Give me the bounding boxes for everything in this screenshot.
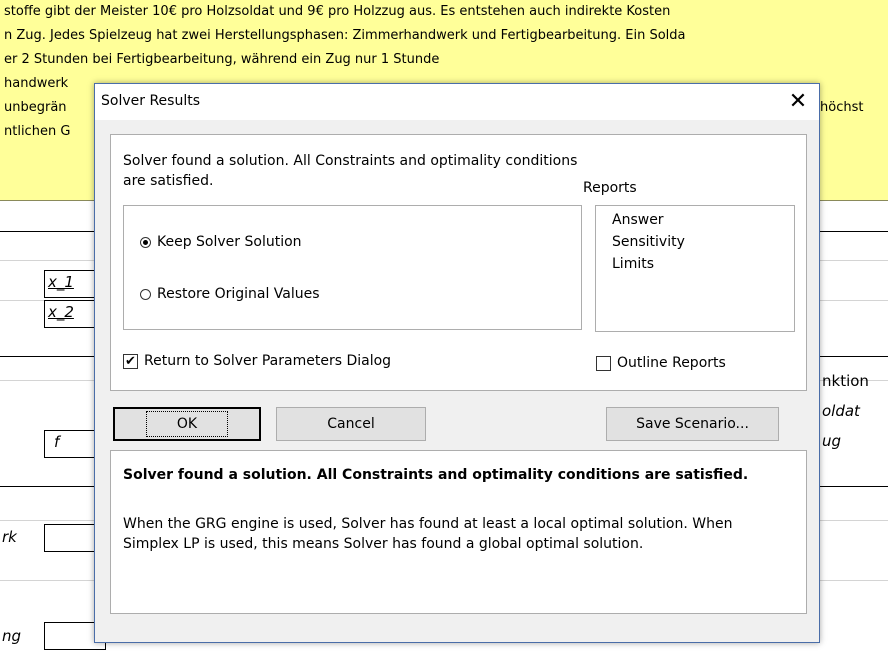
cell-f-label: f (54, 433, 60, 451)
cancel-button[interactable]: Cancel (276, 407, 426, 441)
ok-button-label: OK (145, 411, 229, 437)
banner-fragment: höchst (820, 100, 864, 115)
cell-ng-label: ng (2, 627, 22, 645)
sheet-text-nktion: nktion (822, 372, 869, 390)
restore-values-label: Restore Original Values (157, 286, 320, 302)
ok-button[interactable]: OK (113, 407, 261, 441)
message-panel: Solver found a solution. All Constraints… (110, 450, 807, 614)
keep-solution-label: Keep Solver Solution (157, 234, 302, 250)
return-to-parameters-checkbox[interactable]: ✔ Return to Solver Parameters Dialog (123, 353, 391, 369)
checkbox-checked-icon: ✔ (123, 353, 138, 369)
radio-selected-icon (140, 236, 151, 248)
banner-line: n Zug. Jedes Spielzeug hat zwei Herstell… (4, 28, 686, 43)
cancel-button-label: Cancel (327, 416, 375, 432)
return-to-parameters-label: Return to Solver Parameters Dialog (144, 353, 392, 369)
outline-reports-label: Outline Reports (617, 355, 726, 371)
solver-results-dialog: Solver Results ✕ Solver found a solution… (94, 83, 820, 643)
close-icon[interactable]: ✕ (781, 87, 815, 117)
sheet-text-ug: ug (822, 432, 842, 450)
checkbox-unchecked-icon (596, 355, 611, 371)
report-item-limits[interactable]: Limits (612, 256, 654, 272)
dialog-title: Solver Results (101, 93, 200, 109)
save-scenario-button[interactable]: Save Scenario... (606, 407, 779, 441)
results-panel: Solver found a solution. All Constraints… (110, 134, 807, 391)
cell-x2-label: x_2 (48, 303, 74, 321)
message-heading: Solver found a solution. All Constraints… (123, 467, 749, 483)
solution-found-message: Solver found a solution. All Constraints… (123, 153, 578, 189)
solution-option-group: Keep Solver Solution Restore Original Va… (123, 205, 582, 330)
reports-label: Reports (583, 180, 637, 196)
report-item-sensitivity[interactable]: Sensitivity (612, 234, 685, 250)
banner-line: ntlichen G (4, 124, 71, 139)
radio-unselected-icon (140, 288, 151, 300)
banner-line: unbegrän (4, 100, 67, 115)
reports-list[interactable]: Answer Sensitivity Limits (595, 205, 795, 332)
restore-values-radio[interactable]: Restore Original Values (140, 286, 320, 302)
banner-line: stoffe gibt der Meister 10€ pro Holzsold… (4, 4, 671, 19)
outline-reports-checkbox[interactable]: Outline Reports (596, 355, 726, 371)
message-body: When the GRG engine is used, Solver has … (123, 516, 733, 552)
cell-x1-label: x_1 (48, 273, 74, 291)
banner-line: er 2 Stunden bei Fertigbearbeitung, währ… (4, 52, 440, 67)
sheet-text-oldat: oldat (822, 402, 860, 420)
keep-solution-radio[interactable]: Keep Solver Solution (140, 234, 302, 250)
save-scenario-button-label: Save Scenario... (636, 416, 749, 432)
banner-line: handwerk (4, 76, 69, 91)
dialog-titlebar[interactable]: Solver Results ✕ (95, 84, 819, 120)
report-item-answer[interactable]: Answer (612, 212, 664, 228)
cell-rk-label: rk (2, 528, 17, 546)
